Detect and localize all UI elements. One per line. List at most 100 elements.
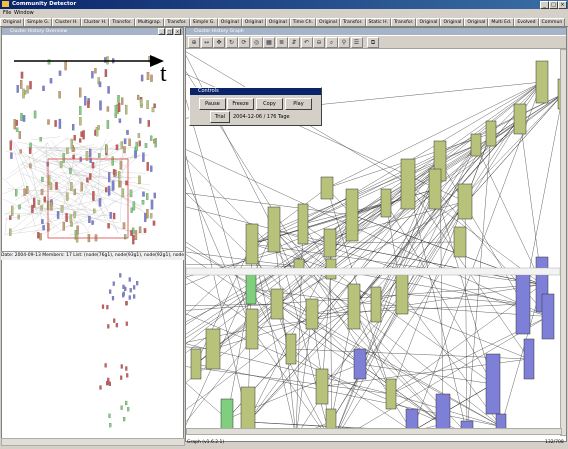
overview-cluster-mark [106, 120, 110, 129]
cluster-node[interactable] [315, 368, 329, 405]
freeze-button[interactable]: Freeze [227, 98, 254, 110]
play-button[interactable]: Play [285, 98, 312, 110]
cluster-node[interactable] [205, 328, 221, 370]
overview-cluster-mark [41, 219, 44, 224]
tab-2[interactable]: Cluster H. [52, 18, 81, 26]
overview-cluster-mark [91, 71, 94, 79]
cluster-node[interactable] [457, 183, 473, 220]
cluster-node[interactable] [270, 288, 284, 320]
cluster-node[interactable] [285, 333, 297, 365]
cluster-node[interactable] [245, 308, 259, 350]
tab-12[interactable]: Original [316, 18, 341, 26]
tab-10[interactable]: Original [265, 18, 290, 26]
undo-icon[interactable]: ↶ [300, 37, 313, 48]
tab-4[interactable]: Transfor. [109, 18, 135, 26]
tab-8[interactable]: Original [217, 18, 242, 26]
tab-14[interactable]: Static H. [365, 18, 391, 26]
layers-icon[interactable]: ≣ [275, 37, 288, 48]
close-icon[interactable]: × [558, 1, 567, 9]
cluster-node[interactable] [470, 133, 482, 157]
member-canvas[interactable] [2, 260, 183, 438]
cluster-node[interactable] [190, 348, 202, 380]
tab-7[interactable]: Simple G. [189, 18, 218, 26]
cluster-node[interactable] [485, 353, 501, 415]
cluster-node[interactable] [535, 60, 549, 104]
maximize-icon[interactable]: □ [549, 1, 558, 9]
cluster-node[interactable] [380, 188, 392, 218]
cluster-node[interactable] [370, 286, 382, 323]
overview-edge [67, 147, 77, 189]
menu-window[interactable]: Window [14, 10, 34, 16]
cluster-node[interactable] [428, 168, 442, 210]
menu-file[interactable]: File [3, 10, 11, 16]
cluster-node[interactable] [267, 206, 281, 253]
tab-17[interactable]: Original [440, 18, 465, 26]
overview-canvas[interactable] [2, 36, 183, 252]
cluster-node[interactable] [385, 378, 397, 410]
copy-button[interactable]: Copy [256, 98, 283, 110]
tab-6[interactable]: Transfor. [164, 18, 190, 26]
overview-cluster-mark [58, 118, 62, 129]
overview-cluster-mark [94, 68, 97, 74]
overview-cluster-mark [40, 205, 43, 211]
trial-button[interactable]: Trial [210, 111, 230, 123]
overview-cluster-mark [146, 71, 150, 80]
tab-16[interactable]: Original [416, 18, 441, 26]
horizontal-scrollbar[interactable] [186, 428, 562, 435]
zoom-in-icon[interactable]: ⊕ [188, 37, 200, 48]
rotate-icon[interactable]: ⟳ [238, 37, 250, 48]
cluster-node[interactable] [353, 348, 367, 380]
tab-1[interactable]: Simple G. [23, 18, 53, 26]
cluster-node[interactable] [305, 298, 319, 330]
copy-icon[interactable]: ⧉ [367, 37, 379, 48]
tab-11[interactable]: Time Ch. [289, 18, 317, 26]
cluster-node[interactable] [485, 120, 497, 147]
zoom-out-icon[interactable]: ⊖ [313, 37, 325, 48]
reload-icon[interactable]: ⇵ [288, 37, 300, 48]
circle-icon[interactable]: ◎ [250, 37, 263, 48]
cluster-node[interactable] [240, 386, 256, 434]
cluster-node[interactable] [400, 158, 416, 210]
tab-3[interactable]: Cluster H. [80, 18, 110, 26]
close-icon[interactable]: × [174, 28, 181, 35]
graph-edge [186, 206, 275, 230]
cluster-node[interactable] [345, 188, 359, 242]
tab-9[interactable]: Original [241, 18, 266, 26]
stack-icon[interactable]: ☰ [350, 37, 363, 48]
search-icon[interactable]: ⚲ [338, 37, 350, 48]
refresh-icon[interactable]: ↻ [225, 37, 238, 48]
cluster-node[interactable] [395, 273, 409, 315]
vertical-scrollbar[interactable] [560, 49, 566, 436]
fit-icon[interactable]: ↔ [200, 37, 213, 48]
tab-13[interactable]: Transfor. [340, 18, 366, 26]
zoom-icon[interactable]: ⌕ [325, 37, 338, 48]
cluster-node[interactable] [245, 223, 259, 265]
overview-cluster-mark [84, 96, 87, 106]
tab-19[interactable]: Multi Ed. [488, 18, 515, 26]
cluster-node[interactable] [453, 226, 467, 258]
tab-21[interactable]: Commun [538, 18, 566, 26]
cluster-node[interactable] [245, 273, 257, 305]
cluster-node[interactable] [523, 338, 535, 380]
grid-icon[interactable]: ▦ [263, 37, 275, 48]
left-scrollbar[interactable] [1, 438, 185, 446]
cluster-node[interactable] [513, 103, 527, 135]
tab-15[interactable]: Transfor. [390, 18, 417, 26]
tab-0[interactable]: Original [0, 18, 24, 26]
cluster-node[interactable] [297, 203, 309, 245]
tab-20[interactable]: Evolved [514, 18, 539, 26]
tab-18[interactable]: Original [464, 18, 489, 26]
maximize-icon[interactable]: □ [166, 28, 173, 35]
minimize-icon[interactable]: _ [158, 28, 165, 35]
cluster-node[interactable] [541, 293, 555, 340]
cluster-node[interactable] [320, 176, 334, 200]
minimize-icon[interactable]: _ [540, 1, 549, 9]
member-mark [107, 324, 110, 329]
pan-icon[interactable]: ✥ [213, 37, 225, 48]
pause-button[interactable]: Pause [199, 98, 226, 110]
cluster-node[interactable] [323, 228, 337, 258]
cluster-node[interactable] [515, 273, 531, 335]
tab-5[interactable]: Multigrap. [134, 18, 165, 26]
cluster-node[interactable] [347, 283, 361, 330]
overview-cluster-mark [114, 105, 118, 116]
